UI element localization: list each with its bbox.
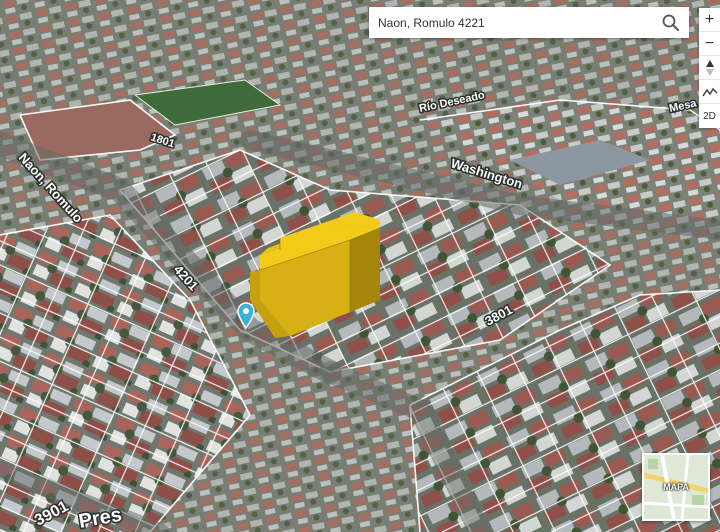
compass-icon — [705, 59, 714, 76]
search-input[interactable] — [378, 15, 649, 30]
search-button[interactable] — [661, 13, 681, 33]
compass-button[interactable] — [699, 56, 720, 80]
search-box — [369, 7, 689, 38]
search-icon — [662, 14, 679, 31]
terrain-button[interactable] — [699, 80, 720, 104]
map-viewport[interactable]: Naon, Romulo Washington Río Deseado Mesa… — [0, 0, 720, 532]
map-controls: + − 2D — [699, 8, 720, 128]
zoom-out-button[interactable]: − — [699, 32, 720, 56]
terrain-icon — [701, 87, 718, 96]
minimap[interactable]: MAPA — [642, 453, 710, 521]
zoom-in-button[interactable]: + — [699, 8, 720, 32]
view-mode-toggle[interactable]: 2D — [699, 104, 720, 128]
minimap-label: MAPA — [663, 482, 689, 492]
